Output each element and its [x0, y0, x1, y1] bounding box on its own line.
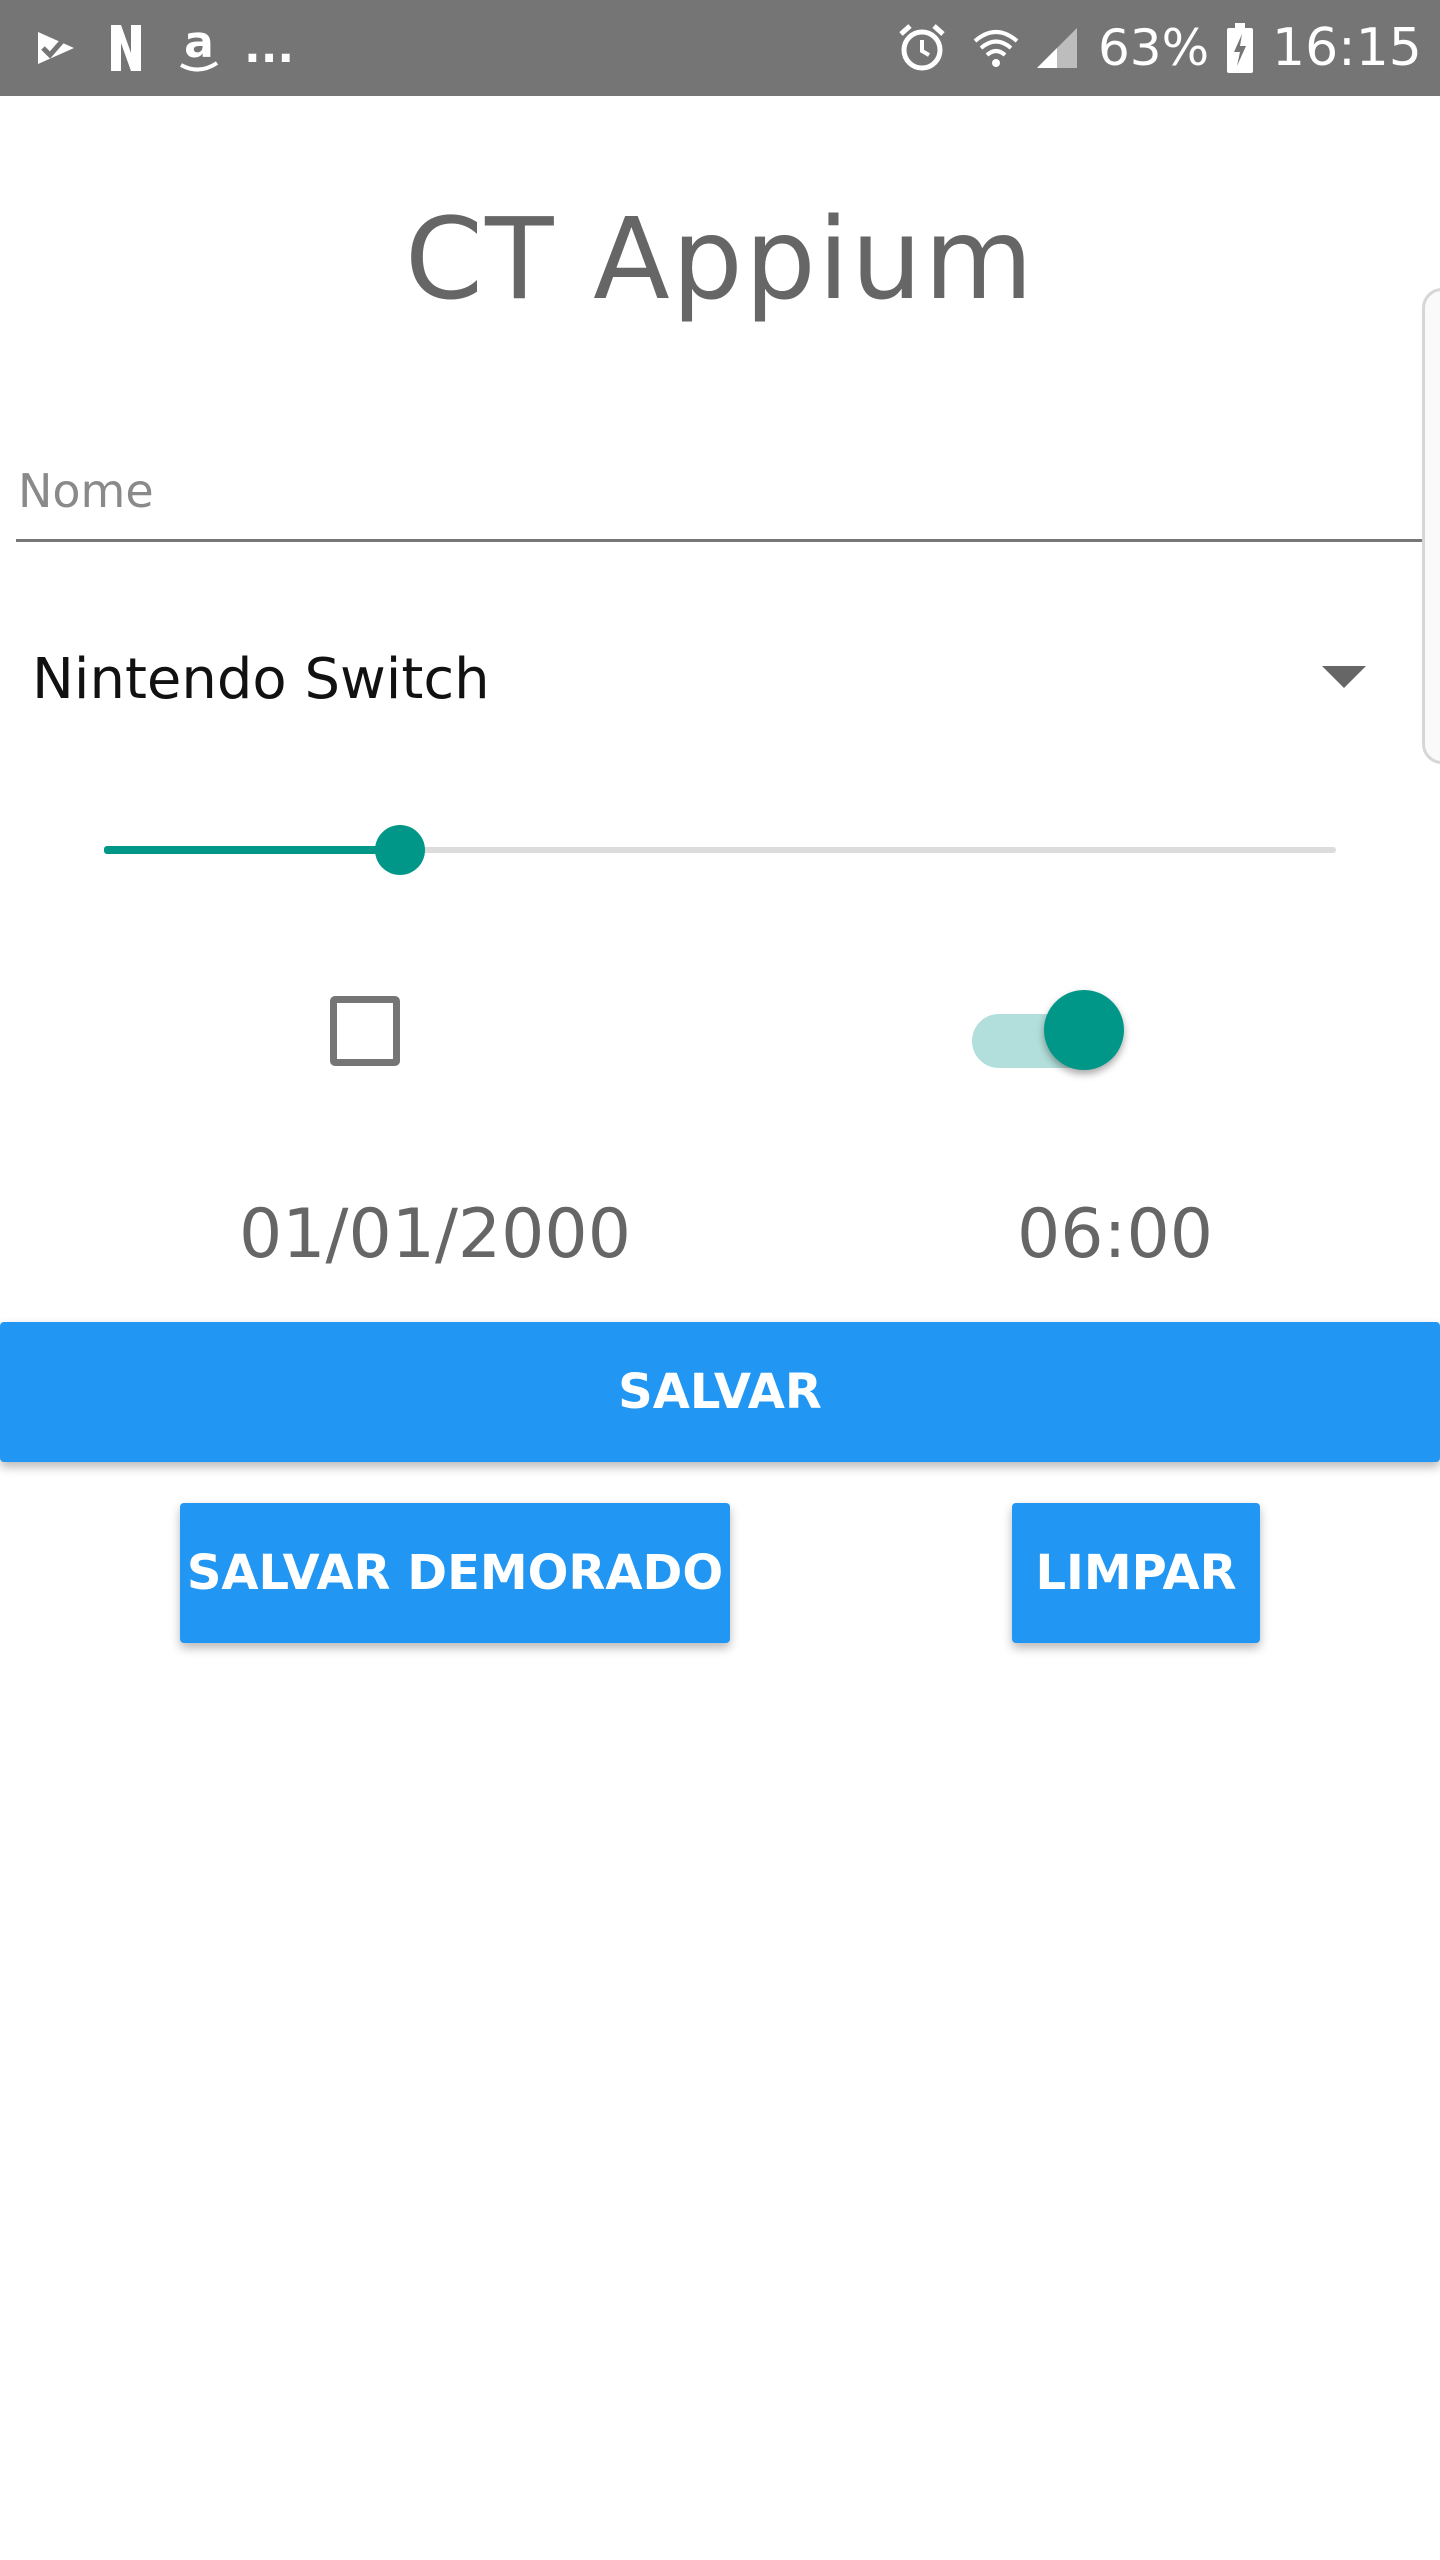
clear-button[interactable]: LIMPAR — [1012, 1503, 1260, 1643]
app-screen: a ... 63% 16:15 CT Appium Nome Nintendo … — [0, 0, 1440, 2560]
svg-text:a: a — [184, 19, 214, 68]
alarm-icon — [894, 0, 950, 96]
spinner-selected-value: Nintendo Switch — [32, 647, 490, 712]
more-notifications-indicator: ... — [244, 22, 295, 73]
seekbar[interactable] — [104, 820, 1336, 880]
checkbox[interactable] — [330, 996, 400, 1066]
save-button[interactable]: SALVAR — [0, 1322, 1440, 1462]
amazon-icon: a — [172, 0, 226, 96]
n-app-icon — [104, 0, 148, 96]
time-picker-value[interactable]: 06:00 — [1010, 1185, 1220, 1285]
seekbar-progress — [104, 846, 400, 854]
app-title: CT Appium — [404, 195, 1036, 325]
date-picker-value[interactable]: 01/01/2000 — [230, 1185, 640, 1285]
signal-icon — [1032, 0, 1082, 96]
switch-thumb — [1044, 990, 1124, 1070]
switch-toggle[interactable] — [970, 990, 1130, 1074]
seekbar-thumb[interactable] — [374, 825, 425, 875]
status-bar: a ... 63% 16:15 — [0, 0, 1440, 96]
name-input[interactable] — [16, 450, 1422, 542]
console-spinner[interactable]: Nintendo Switch — [16, 620, 1386, 740]
status-time: 16:15 — [1272, 18, 1422, 78]
edge-panel-handle[interactable] — [1422, 288, 1440, 764]
save-delayed-button[interactable]: SALVAR DEMORADO — [180, 1503, 730, 1643]
dropdown-arrow-icon — [1322, 666, 1366, 688]
battery-charging-icon — [1222, 0, 1258, 96]
check-notification-icon — [28, 0, 84, 96]
wifi-icon — [968, 0, 1024, 96]
battery-percent: 63% — [1098, 19, 1210, 77]
